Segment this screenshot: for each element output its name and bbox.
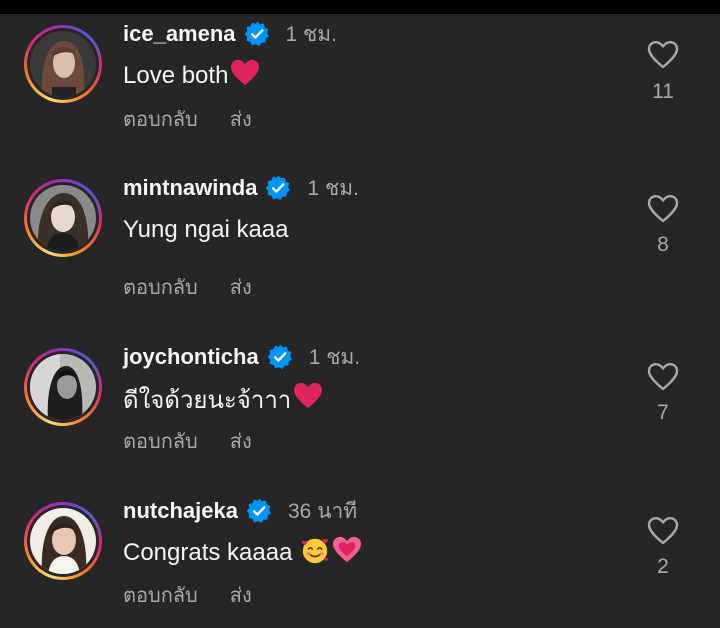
comment-item: joychonticha 1 ชม. ดีใจด้วยนะจ้าาา ตอบกล… [0, 324, 720, 474]
comment-header: joychonticha 1 ชม. [123, 342, 360, 372]
share-button[interactable]: ส่ง [230, 271, 252, 303]
reply-button[interactable]: ตอบกลับ [123, 103, 198, 135]
username[interactable]: nutchajeka [123, 498, 238, 524]
like-count: 8 [657, 233, 669, 256]
like-count: 11 [652, 80, 674, 103]
timestamp: 1 ชม. [308, 345, 361, 369]
heart-outline-icon[interactable] [647, 40, 679, 70]
comment-item: mintnawinda 1 ชม. Yung ngai kaaa ตอบกลับ… [0, 155, 720, 305]
username[interactable]: ice_amena [123, 21, 236, 47]
like-count: 2 [657, 555, 669, 578]
username[interactable]: joychonticha [123, 344, 259, 370]
like-count: 7 [657, 401, 669, 424]
red-heart-icon [293, 382, 323, 417]
heart-outline-icon[interactable] [647, 362, 679, 392]
comment-text: ดีใจด้วยนะจ้าาา [123, 386, 292, 414]
comment-text-row: ดีใจด้วยนะจ้าาา [123, 382, 323, 417]
comment-header: ice_amena 1 ชม. [123, 19, 337, 49]
smiling-face-with-hearts-icon [300, 535, 330, 572]
verified-badge-icon [244, 21, 270, 47]
timestamp: 1 ชม. [285, 22, 337, 46]
comment-text: Love both [123, 62, 229, 89]
reply-button[interactable]: ตอบกลับ [123, 271, 198, 303]
comment-text-row: Love both [123, 59, 260, 94]
avatar[interactable] [24, 179, 102, 257]
avatar[interactable] [24, 25, 102, 103]
timestamp: 36 นาที [287, 499, 358, 523]
timestamp: 1 ชม. [307, 176, 359, 200]
share-button[interactable]: ส่ง [230, 579, 252, 611]
comment-header: mintnawinda 1 ชม. [123, 173, 359, 203]
comment-text: Yung ngai kaaa [123, 216, 289, 243]
comment-item: ice_amena 1 ชม. Love both ตอบกลับ ส่ง 11 [0, 0, 720, 150]
heart-outline-icon[interactable] [647, 194, 679, 224]
share-button[interactable]: ส่ง [230, 425, 252, 457]
comment-actions: ตอบกลับ ส่ง [123, 582, 252, 608]
growing-heart-icon [332, 536, 362, 571]
reply-button[interactable]: ตอบกลับ [123, 579, 198, 611]
comment-actions: ตอบกลับ ส่ง [123, 106, 252, 132]
verified-badge-icon [246, 498, 272, 524]
heart-outline-icon[interactable] [647, 516, 679, 546]
avatar[interactable] [24, 348, 102, 426]
verified-badge-icon [265, 175, 291, 201]
comment-text-row: Yung ngai kaaa [123, 214, 288, 246]
share-button[interactable]: ส่ง [230, 103, 252, 135]
verified-badge-icon [267, 344, 293, 370]
comment-text: Congrats kaaaa [123, 539, 293, 566]
red-heart-icon [230, 59, 260, 94]
comment-text-row: Congrats kaaaa [123, 535, 362, 572]
comment-item: nutchajeka 36 นาที Congrats kaaaa ตอบกลั… [0, 478, 720, 628]
avatar[interactable] [24, 502, 102, 580]
comment-actions: ตอบกลับ ส่ง [123, 274, 252, 300]
comment-header: nutchajeka 36 นาที [123, 496, 357, 526]
reply-button[interactable]: ตอบกลับ [123, 425, 198, 457]
comment-actions: ตอบกลับ ส่ง [123, 428, 252, 454]
username[interactable]: mintnawinda [123, 175, 257, 201]
